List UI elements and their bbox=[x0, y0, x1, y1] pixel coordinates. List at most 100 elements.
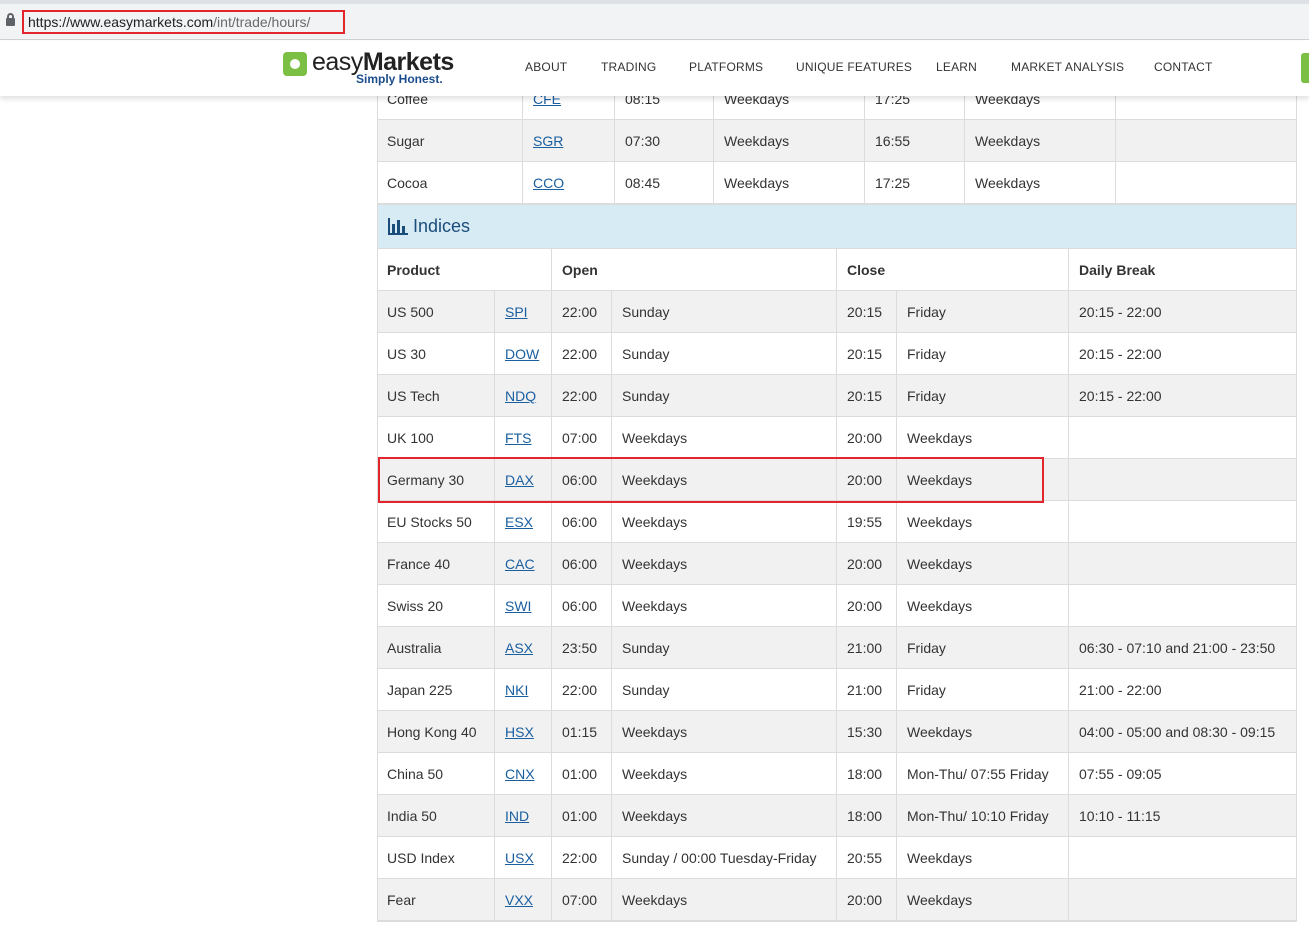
cell-break: 20:15 - 22:00 bbox=[1068, 375, 1297, 417]
cell-text: 08:45 bbox=[625, 175, 661, 191]
cell-text: Weekdays bbox=[622, 556, 688, 572]
nav-unique-features[interactable]: UNIQUE FEATURES bbox=[796, 60, 912, 74]
product-code-link[interactable]: CNX bbox=[505, 766, 535, 782]
cell-text: US 30 bbox=[387, 346, 426, 362]
cell-text: 06:00 bbox=[562, 472, 598, 488]
product-code-link[interactable]: IND bbox=[505, 808, 529, 824]
nav-market-analysis[interactable]: MARKET ANALYSIS bbox=[1011, 60, 1124, 74]
cell-text: 22:00 bbox=[562, 346, 598, 362]
cell-text: 18:00 bbox=[847, 766, 883, 782]
cell-open-time: 23:50 bbox=[551, 627, 611, 669]
cell-text: Japan 225 bbox=[387, 682, 453, 698]
cell-text: 07:55 - 09:05 bbox=[1079, 766, 1162, 782]
cell-code: CAC bbox=[494, 543, 551, 585]
nav-learn[interactable]: LEARN bbox=[936, 60, 977, 74]
url-field[interactable]: https://www.easymarkets.com/int/trade/ho… bbox=[22, 10, 345, 34]
cell-product: USD Index bbox=[377, 837, 494, 879]
product-code-link[interactable]: ASX bbox=[505, 640, 533, 656]
browser-address-bar[interactable]: https://www.easymarkets.com/int/trade/ho… bbox=[0, 4, 1309, 40]
cell-code: IND bbox=[494, 795, 551, 837]
lock-icon bbox=[6, 13, 15, 26]
cell-text: Weekdays bbox=[622, 472, 688, 488]
cell-code: SWI bbox=[494, 585, 551, 627]
nav-about[interactable]: ABOUT bbox=[525, 60, 567, 74]
cell-code: CNX bbox=[494, 753, 551, 795]
product-code-link[interactable]: NKI bbox=[505, 682, 528, 698]
cell-open-day: Weekdays bbox=[611, 795, 836, 837]
cell-open-day: Sunday bbox=[611, 669, 836, 711]
product-code-link[interactable]: USX bbox=[505, 850, 534, 866]
nav-platforms[interactable]: PLATFORMS bbox=[689, 60, 763, 74]
cell-text: Sunday bbox=[622, 682, 670, 698]
product-code-link[interactable]: VXX bbox=[505, 892, 533, 908]
cell-text: Weekdays bbox=[907, 514, 973, 530]
cell-product: US 500 bbox=[377, 291, 494, 333]
cell-text: UK 100 bbox=[387, 430, 434, 446]
cell-text: 06:30 - 07:10 and 21:00 - 23:50 bbox=[1079, 640, 1276, 656]
cell-text: Weekdays bbox=[907, 724, 973, 740]
product-code-link[interactable]: FTS bbox=[505, 430, 531, 446]
cell-text: 17:25 bbox=[875, 175, 911, 191]
cell-text: China 50 bbox=[387, 766, 444, 782]
cell-code: FTS bbox=[494, 417, 551, 459]
cell-text: Weekdays bbox=[622, 724, 688, 740]
cell-open-day: Weekdays bbox=[611, 417, 836, 459]
cell-text: 07:30 bbox=[625, 133, 661, 149]
cell-open-time: 06:00 bbox=[551, 585, 611, 627]
cell-break: 21:00 - 22:00 bbox=[1068, 669, 1297, 711]
cell-text: Germany 30 bbox=[387, 472, 465, 488]
product-code-link[interactable]: SWI bbox=[505, 598, 531, 614]
product-code-link[interactable]: DOW bbox=[505, 346, 539, 362]
cell-close-day: Weekdays bbox=[896, 711, 1068, 753]
table-row-sugar: Sugar SGR 07:30 Weekdays 16:55 Weekdays bbox=[377, 120, 1297, 162]
cell-open-time: 06:00 bbox=[551, 501, 611, 543]
cell-text: 06:00 bbox=[562, 598, 598, 614]
cell-open-time: 22:00 bbox=[551, 291, 611, 333]
easymarkets-logo-icon[interactable] bbox=[283, 52, 307, 76]
table-row-hong-kong-40: Hong Kong 40 HSX 01:15 Weekdays 15:30 Weekday… bbox=[377, 711, 1297, 753]
product-code-link[interactable]: SGR bbox=[533, 133, 563, 149]
cell-close-day: Weekdays bbox=[896, 417, 1068, 459]
cell-text: Sunday bbox=[622, 388, 670, 404]
cell-product: France 40 bbox=[377, 543, 494, 585]
cell-open-day: Sunday bbox=[611, 375, 836, 417]
cell-break: 20:15 - 22:00 bbox=[1068, 291, 1297, 333]
header-close: Close bbox=[836, 249, 1068, 291]
cta-button[interactable] bbox=[1301, 53, 1309, 83]
cell-text: US Tech bbox=[387, 388, 440, 404]
cell-text: France 40 bbox=[387, 556, 451, 572]
cell-close-time: 19:55 bbox=[836, 501, 896, 543]
cell-text: USD Index bbox=[387, 850, 455, 866]
cell-open-day: Weekdays bbox=[611, 879, 836, 921]
cell-close-time: 20:00 bbox=[836, 585, 896, 627]
product-code-link[interactable]: DAX bbox=[505, 472, 534, 488]
cell-break: 20:15 - 22:00 bbox=[1068, 333, 1297, 375]
cell-text: 01:00 bbox=[562, 808, 598, 824]
cell-close-time: 20:15 bbox=[836, 375, 896, 417]
product-code-link[interactable]: HSX bbox=[505, 724, 534, 740]
cell-break: 06:30 - 07:10 and 21:00 - 23:50 bbox=[1068, 627, 1297, 669]
cell-text: 07:00 bbox=[562, 892, 598, 908]
cell-code: NKI bbox=[494, 669, 551, 711]
cell-close-time: 20:00 bbox=[836, 879, 896, 921]
table-row-usd-index: USD Index USX 22:00 Sunday / 00:00 Tuesday-… bbox=[377, 837, 1297, 879]
product-code-link[interactable]: CAC bbox=[505, 556, 535, 572]
cell-text: 19:55 bbox=[847, 514, 883, 530]
cell-text: 20:00 bbox=[847, 892, 883, 908]
product-code-link[interactable]: ESX bbox=[505, 514, 533, 530]
product-code-link[interactable]: CCO bbox=[533, 175, 564, 191]
cell-text: Weekdays bbox=[622, 892, 688, 908]
cell-code: ESX bbox=[494, 501, 551, 543]
cell-text: India 50 bbox=[387, 808, 437, 824]
table-row-us-tech: US Tech NDQ 22:00 Sunday 20:15 Friday 20:15 - … bbox=[377, 375, 1297, 417]
nav-contact[interactable]: CONTACT bbox=[1154, 60, 1213, 74]
product-code-link[interactable]: NDQ bbox=[505, 388, 536, 404]
cell-break bbox=[1068, 501, 1297, 543]
cell-text: 15:30 bbox=[847, 724, 883, 740]
cell-product: US Tech bbox=[377, 375, 494, 417]
product-code-link[interactable]: SPI bbox=[505, 304, 528, 320]
cell-code: NDQ bbox=[494, 375, 551, 417]
cell-code: SGR bbox=[522, 120, 614, 162]
cell-close-day: Mon-Thu/ 10:10 Friday bbox=[896, 795, 1068, 837]
nav-trading[interactable]: TRADING bbox=[601, 60, 656, 74]
